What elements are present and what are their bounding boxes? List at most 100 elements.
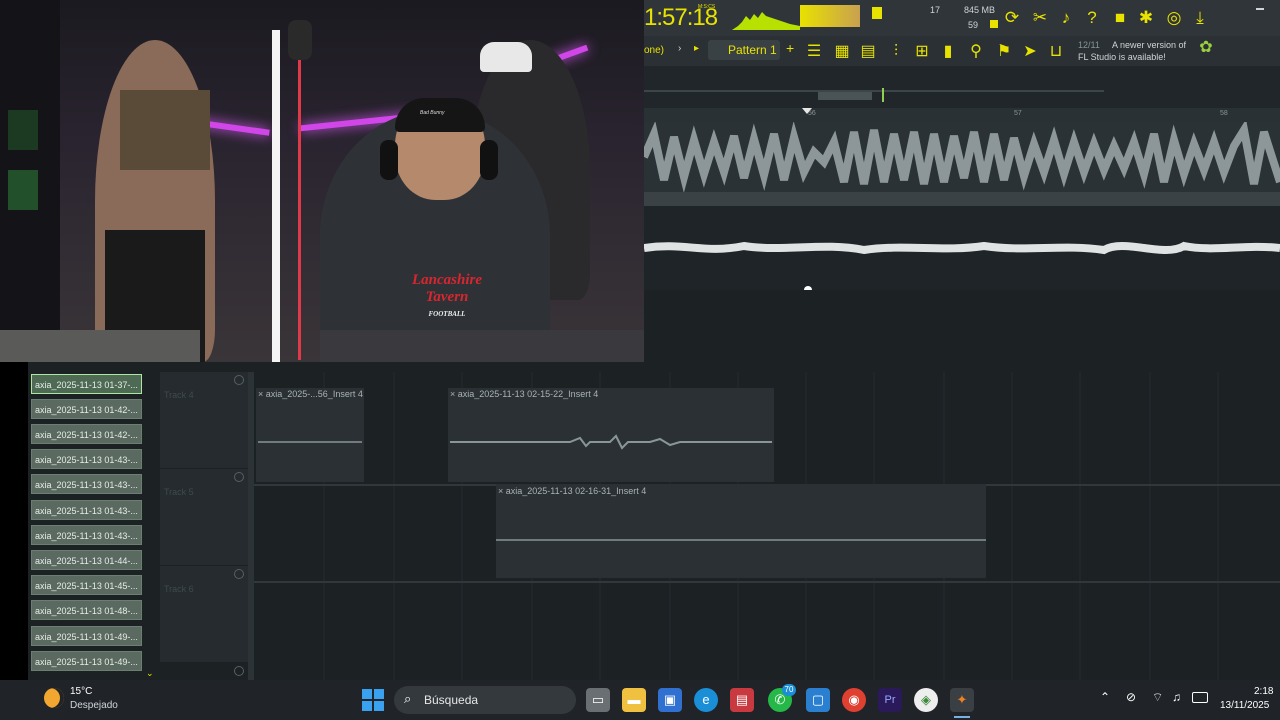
- cpu-value: 17: [930, 5, 941, 15]
- search-input[interactable]: ⌕ Búsqueda: [394, 686, 576, 714]
- clip-title[interactable]: × axia_2025-11-13 02-16-31_Insert 4: [498, 486, 646, 496]
- microphone-icon[interactable]: ♪: [1056, 8, 1076, 28]
- track-mute-icon[interactable]: [234, 375, 244, 385]
- audio-clip[interactable]: [496, 484, 986, 578]
- browser-item[interactable]: axia_2025-11-13 01-37-...: [31, 374, 142, 394]
- shirt-text: Lancashire: [411, 272, 482, 288]
- audio-clip[interactable]: [256, 388, 364, 482]
- chevron-up-icon[interactable]: ⌃: [1100, 690, 1110, 704]
- browser-item[interactable]: axia_2025-11-13 01-49-...: [31, 651, 142, 671]
- playlist-icon[interactable]: ☰: [804, 42, 824, 62]
- track-header[interactable]: [160, 469, 248, 565]
- track-name[interactable]: Track 4: [164, 390, 194, 400]
- minimize-icon[interactable]: [1256, 8, 1264, 10]
- scroll-down-icon[interactable]: ⌄: [146, 668, 154, 679]
- clock-date[interactable]: 13/11/2025: [1220, 700, 1269, 711]
- track-name[interactable]: Track 5: [164, 487, 194, 497]
- fruit-logo-icon[interactable]: ✿: [1196, 38, 1216, 58]
- audio-clip-middle[interactable]: [643, 206, 1280, 292]
- mixer-icon[interactable]: ⫶: [886, 42, 906, 62]
- clip-title[interactable]: × axia_2025-...56_Insert 4: [258, 389, 363, 399]
- headphone-left: [380, 140, 398, 180]
- ruler-mark: 57: [1014, 110, 1022, 117]
- browser-icon[interactable]: ⊞: [912, 42, 932, 62]
- pattern-selector[interactable]: Pattern 1: [708, 40, 780, 60]
- arrow-icon[interactable]: ➤: [1020, 42, 1040, 62]
- premiere-icon[interactable]: Pr: [878, 688, 902, 712]
- desk: [0, 330, 200, 362]
- wifi-icon[interactable]: ⌔: [1152, 690, 1163, 705]
- browser-item[interactable]: axia_2025-11-13 01-43-...: [31, 449, 142, 469]
- fl-studio-icon[interactable]: ✦: [950, 688, 974, 712]
- playhead-marker[interactable]: [802, 108, 812, 114]
- track-mute-icon[interactable]: [234, 666, 244, 676]
- news-line1[interactable]: A newer version of: [1112, 40, 1186, 50]
- channel-rack-icon[interactable]: ▤: [858, 42, 878, 62]
- edge-icon[interactable]: e: [694, 688, 718, 712]
- cable: [298, 60, 301, 360]
- chrome-icon[interactable]: ◉: [842, 688, 866, 712]
- grid-area[interactable]: [644, 290, 1280, 362]
- browser-item[interactable]: axia_2025-11-13 01-44-...: [31, 550, 142, 570]
- fl-toolbar: 1:57:18 M:S:CS 17 845 MB 59 ⟳ ✂ ♪ ? ■ ✱ …: [644, 0, 1280, 36]
- task-view-icon[interactable]: ▭: [586, 688, 610, 712]
- track-header[interactable]: [160, 372, 248, 468]
- pattern-bar: one) › ▸ Pattern 1 + ☰ ▦ ▤ ⫶ ⊞ ▮ ⚲ ⚑ ➤ ⊔…: [644, 36, 1280, 66]
- clock-time[interactable]: 2:18: [1254, 686, 1273, 697]
- ruler-mark: 58: [1220, 110, 1228, 117]
- triangle-right-icon[interactable]: ›: [678, 43, 681, 54]
- browser-item[interactable]: axia_2025-11-13 01-45-...: [31, 575, 142, 595]
- browser-item[interactable]: axia_2025-11-13 01-48-...: [31, 600, 142, 620]
- battery-icon[interactable]: [1192, 692, 1208, 703]
- cut-icon[interactable]: ✂: [1030, 8, 1050, 28]
- browser-item[interactable]: axia_2025-11-13 01-43-...: [31, 474, 142, 494]
- file-icon[interactable]: ▮: [938, 42, 958, 62]
- help-icon[interactable]: ?: [1082, 8, 1102, 28]
- volume-icon[interactable]: ♫: [1172, 690, 1181, 704]
- store-icon[interactable]: ▣: [658, 688, 682, 712]
- app-window-icon[interactable]: ▢: [806, 688, 830, 712]
- browser-item[interactable]: axia_2025-11-13 01-43-...: [31, 525, 142, 545]
- browser-item[interactable]: axia_2025-11-13 01-42-...: [31, 424, 142, 444]
- memory-value: 845 MB: [964, 5, 996, 15]
- plugin-icon[interactable]: ✱: [1136, 8, 1156, 28]
- windows-start-icon[interactable]: [362, 689, 384, 711]
- play-icon[interactable]: ▸: [694, 43, 699, 54]
- network-off-icon[interactable]: ⊘: [1126, 690, 1136, 704]
- track-mute-icon[interactable]: [234, 472, 244, 482]
- playhead-mini: [882, 88, 884, 102]
- track-name[interactable]: Track 6: [164, 584, 194, 594]
- track-mute-icon[interactable]: [234, 569, 244, 579]
- chat-icon[interactable]: ◎: [1164, 8, 1184, 28]
- track-header[interactable]: [160, 566, 248, 662]
- shirt-text: FOOTBALL: [428, 310, 466, 318]
- weather-temp[interactable]: 15°C: [70, 686, 92, 697]
- browser-item[interactable]: axia_2025-11-13 01-49-...: [31, 626, 142, 646]
- timeline-ruler[interactable]: 56 57 58: [644, 108, 1280, 122]
- pattern-label: Pattern 1: [728, 43, 777, 57]
- add-pattern-button[interactable]: +: [786, 40, 794, 56]
- refresh-icon[interactable]: ⟳: [1002, 8, 1022, 28]
- audio-clip-top[interactable]: [640, 119, 1280, 193]
- browser-item[interactable]: axia_2025-11-13 01-43-...: [31, 500, 142, 520]
- plug-icon[interactable]: ⚲: [966, 42, 986, 62]
- wand-icon[interactable]: ⚑: [994, 42, 1014, 62]
- news-line2[interactable]: FL Studio is available!: [1078, 52, 1166, 62]
- cart-icon[interactable]: ⊔: [1046, 42, 1066, 62]
- save-icon[interactable]: ■: [1110, 8, 1130, 28]
- overview-window[interactable]: [818, 92, 872, 100]
- active-indicator: [954, 716, 970, 718]
- volume-meter: [800, 5, 860, 27]
- file-explorer-icon[interactable]: ▬: [622, 688, 646, 712]
- piano-roll-icon[interactable]: ▦: [832, 42, 852, 62]
- maps-icon[interactable]: ◈: [914, 688, 938, 712]
- keyboard-desk: [320, 330, 644, 362]
- clip-title[interactable]: × axia_2025-11-13 02-15-22_Insert 4: [450, 389, 598, 399]
- browser-item[interactable]: axia_2025-11-13 01-42-...: [31, 399, 142, 419]
- app-icon[interactable]: ▤: [730, 688, 754, 712]
- overview-strip[interactable]: [644, 66, 1280, 108]
- weather-desc[interactable]: Despejado: [70, 700, 118, 711]
- moon-icon[interactable]: [44, 688, 64, 708]
- download-icon[interactable]: ⤓: [1190, 8, 1210, 28]
- clip-title-text: axia_2025-11-13 02-15-22_Insert 4: [457, 389, 599, 399]
